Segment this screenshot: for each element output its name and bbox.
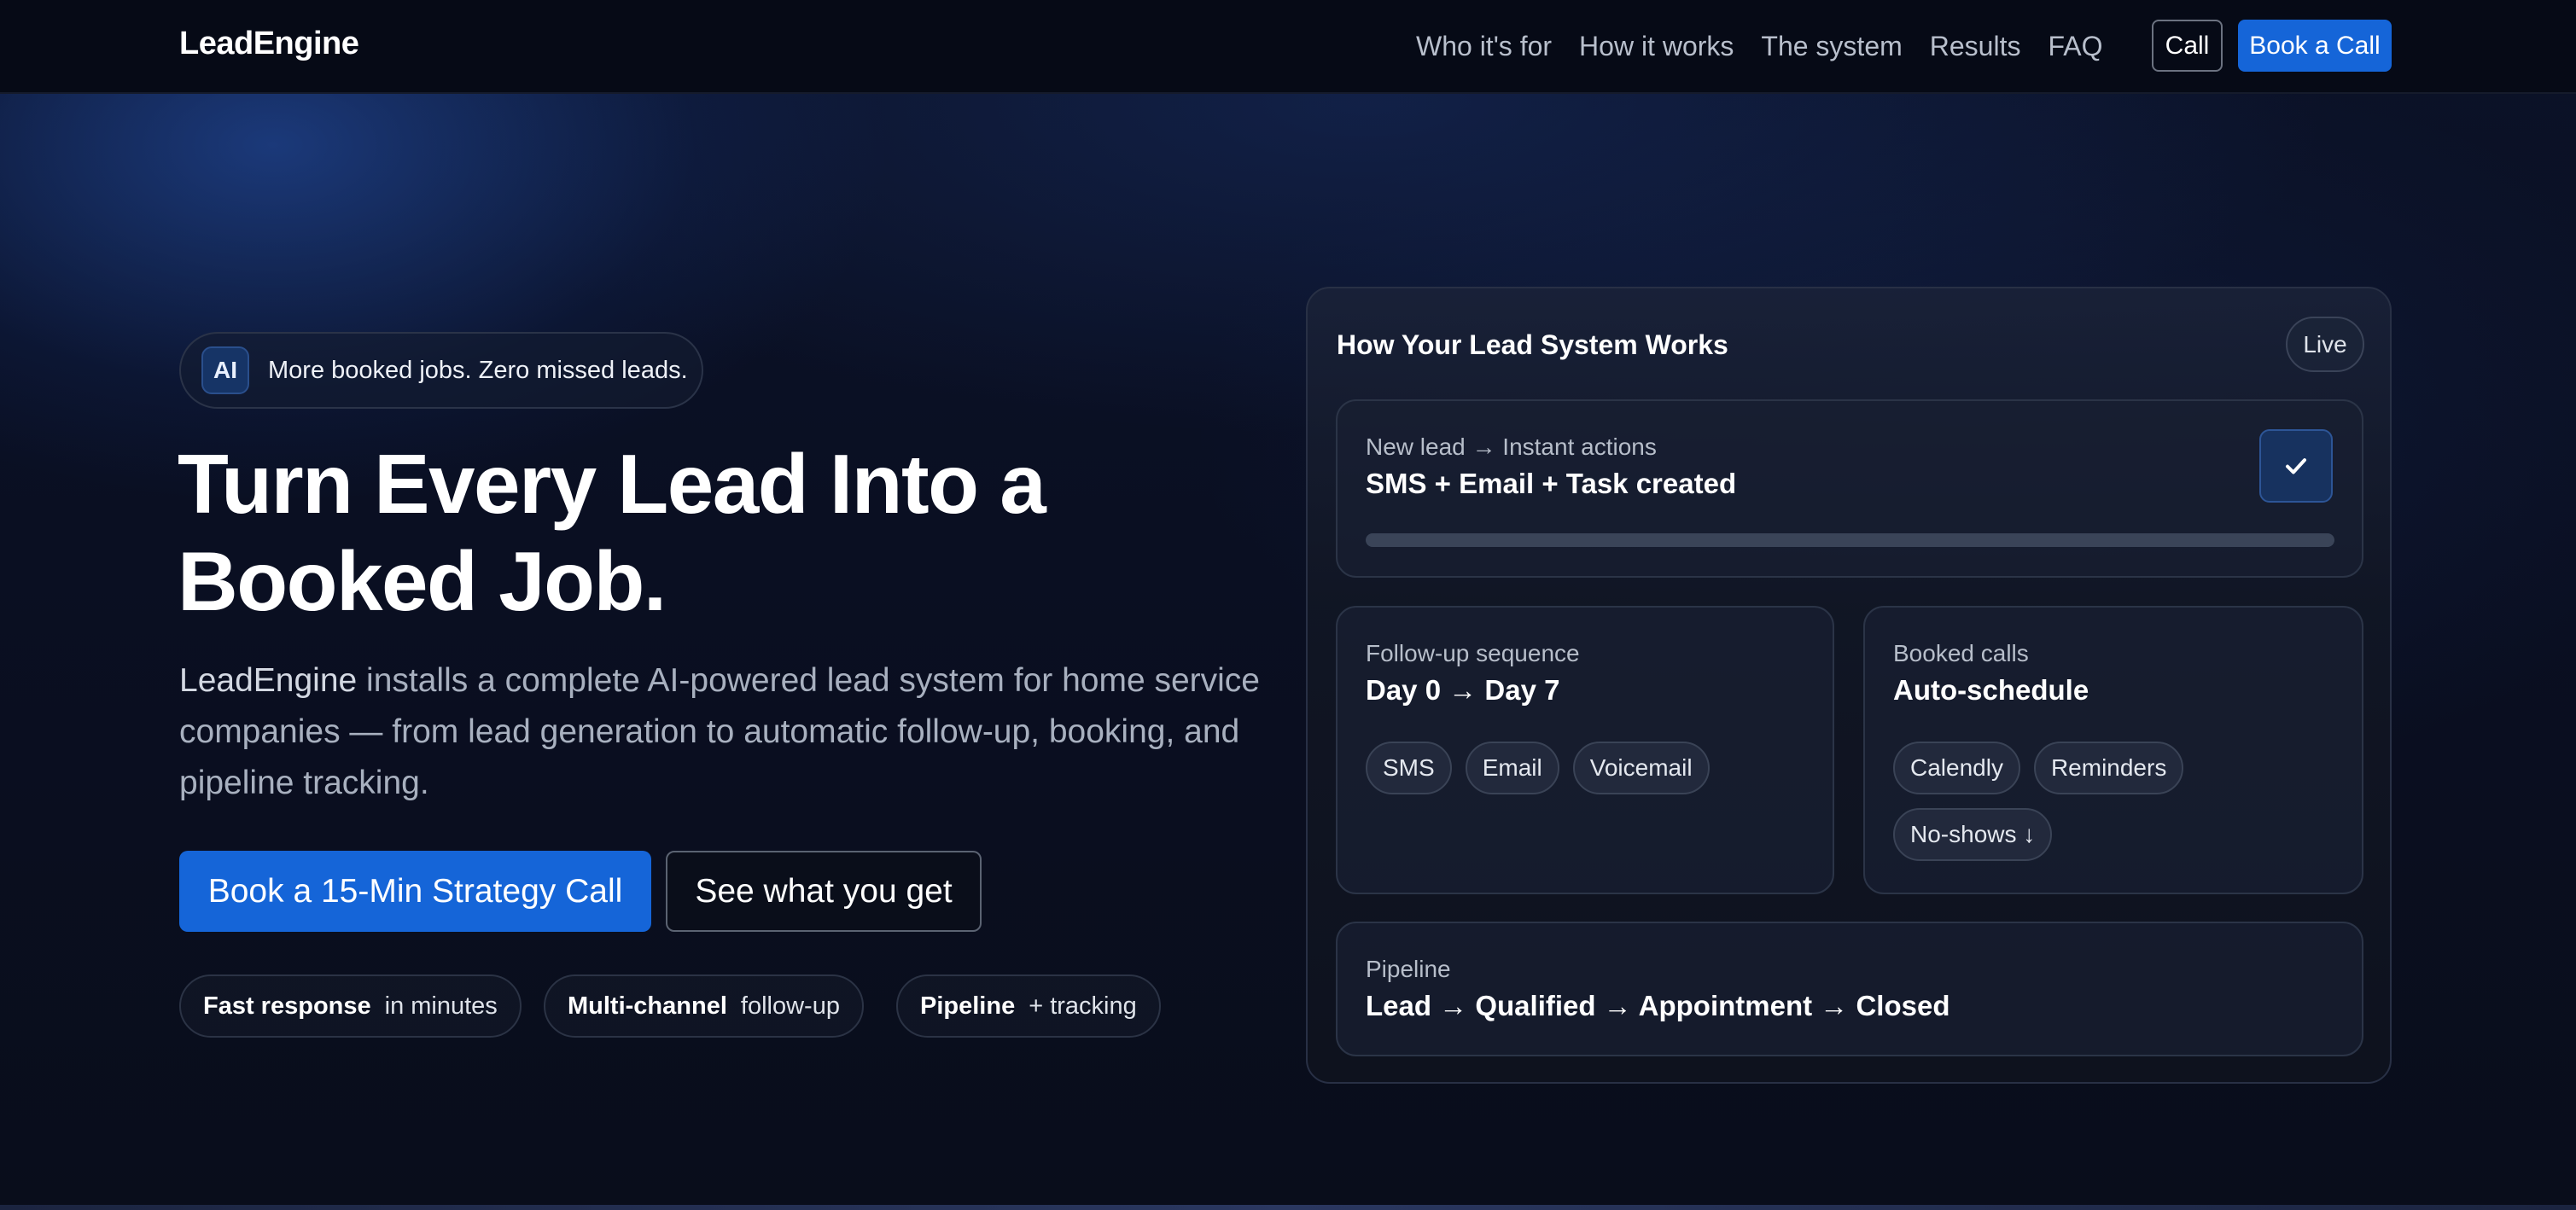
booked-calls-panel: Booked calls Auto-schedule Calendly Remi… — [1863, 606, 2363, 894]
pipeline-panel: Pipeline Lead → Qualified → Appointment … — [1336, 922, 2363, 1056]
top-navbar: LeadEngine Who it's for How it works The… — [0, 0, 2576, 94]
chip-no-shows: No-shows ↓ — [1893, 808, 2053, 861]
progress-bar — [1366, 533, 2334, 547]
followup-value: Day 0 → Day 7 — [1366, 674, 1560, 706]
badge-text: More booked jobs. Zero missed leads. — [268, 356, 688, 384]
nav-link-faq[interactable]: FAQ — [2048, 27, 2102, 65]
booked-label: Booked calls — [1893, 640, 2029, 666]
nav-link-the-system[interactable]: The system — [1761, 27, 1902, 65]
pill-strong: Multi-channel — [568, 992, 727, 1020]
see-what-you-get-button[interactable]: See what you get — [666, 851, 982, 932]
checkmark-icon — [2259, 429, 2333, 503]
nav-links: Who it's for How it works The system Res… — [1416, 27, 2130, 65]
booked-chips: Calendly Reminders No-shows ↓ — [1893, 742, 2320, 861]
chip-reminders: Reminders — [2033, 742, 2184, 794]
live-badge: Live — [2286, 317, 2364, 372]
nav-link-who-its-for[interactable]: Who it's for — [1416, 27, 1552, 65]
followup-chips: SMS Email Voicemail — [1366, 742, 1710, 794]
new-lead-value: SMS + Email + Task created — [1366, 468, 1737, 499]
hero-badge: AI More booked jobs. Zero missed leads. — [179, 332, 703, 409]
booked-value: Auto-schedule — [1893, 674, 2089, 706]
book-strategy-call-button[interactable]: Book a 15-Min Strategy Call — [179, 851, 651, 932]
feature-pill-pipeline: Pipeline + tracking — [896, 974, 1161, 1038]
hero-headline: Turn Every Lead Into a Booked Job. — [178, 435, 1287, 630]
logo[interactable]: LeadEngine — [179, 26, 359, 62]
section-divider — [0, 1205, 2576, 1210]
call-button[interactable]: Call — [2152, 20, 2223, 72]
headline-line-1: Turn Every Lead Into a — [178, 437, 1046, 531]
pill-light: follow-up — [740, 992, 840, 1020]
pill-strong: Pipeline — [920, 992, 1016, 1020]
ai-icon: AI — [201, 346, 249, 394]
pipeline-label: Pipeline — [1366, 956, 1451, 982]
chip-email: Email — [1465, 742, 1559, 794]
feature-pill-fast-response: Fast response in minutes — [179, 974, 522, 1038]
chip-calendly: Calendly — [1893, 742, 2020, 794]
chip-voicemail: Voicemail — [1572, 742, 1710, 794]
subtext-brand: LeadEngine — [179, 662, 358, 699]
lead-system-card: How Your Lead System Works Live New lead… — [1306, 287, 2392, 1084]
chip-sms: SMS — [1366, 742, 1452, 794]
feature-pill-multi-channel: Multi-channel follow-up — [544, 974, 864, 1038]
book-a-call-button[interactable]: Book a Call — [2238, 20, 2392, 72]
followup-panel: Follow-up sequence Day 0 → Day 7 SMS Ema… — [1336, 606, 1834, 894]
card-title: How Your Lead System Works — [1337, 329, 1728, 360]
progress-fill — [1366, 533, 2334, 547]
pipeline-value: Lead → Qualified → Appointment → Closed — [1366, 990, 1950, 1021]
followup-label: Follow-up sequence — [1366, 640, 1580, 666]
pill-light: in minutes — [384, 992, 498, 1020]
nav-link-results[interactable]: Results — [1930, 27, 2021, 65]
new-lead-panel: New lead → Instant actions SMS + Email +… — [1336, 399, 2363, 578]
new-lead-label: New lead → Instant actions — [1366, 433, 1657, 460]
pill-light: + tracking — [1029, 992, 1137, 1020]
headline-line-2: Booked Job. — [178, 534, 667, 628]
pill-strong: Fast response — [203, 992, 371, 1020]
hero-subtext: LeadEngine installs a complete AI-powere… — [179, 655, 1280, 809]
nav-link-how-it-works[interactable]: How it works — [1579, 27, 1734, 65]
